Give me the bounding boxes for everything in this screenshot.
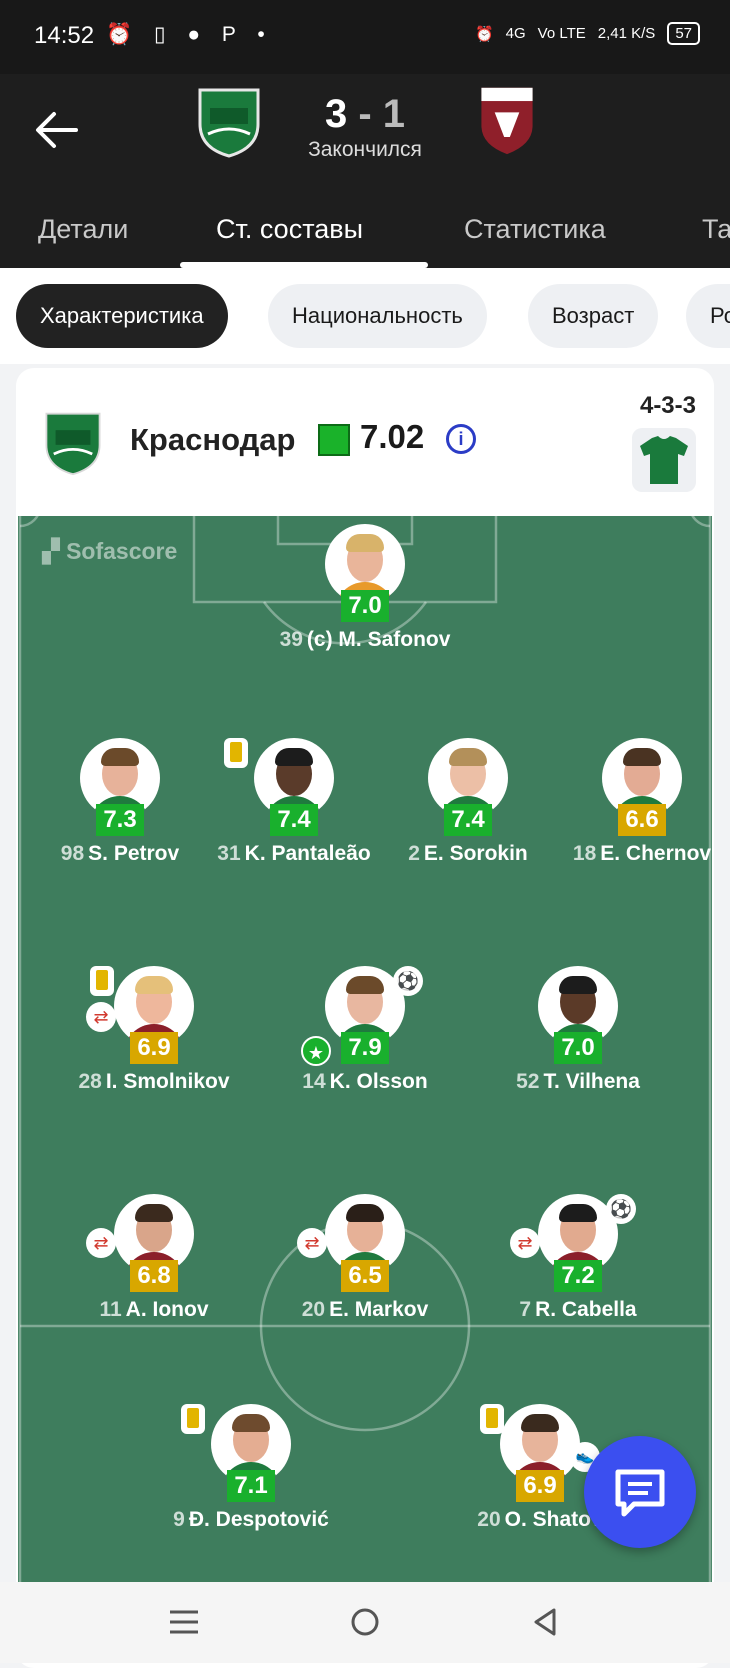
player-name: 9 Đ. Despotović xyxy=(173,1508,329,1531)
chip-age[interactable]: Возраст xyxy=(528,284,659,348)
player-rating: 7.2 xyxy=(554,1260,602,1292)
goal-icon: ⚽ xyxy=(606,1194,636,1224)
player-name: 7 R. Cabella xyxy=(519,1298,637,1321)
network-speed: 2,41 K/S xyxy=(597,25,656,42)
notification-icons: ⏰ ▯ ● P • xyxy=(106,23,273,46)
player-name: 28 I. Smolnikov xyxy=(78,1070,230,1093)
player-name: 52 T. Vilhena xyxy=(516,1070,640,1093)
player-rating: 7.0 xyxy=(554,1032,602,1064)
filter-chips: Характеристика Национальность Возраст Ро xyxy=(0,268,730,364)
player-rating: 7.4 xyxy=(270,804,318,836)
yellow-card-icon xyxy=(90,966,114,996)
formation: 4-3-3 xyxy=(639,392,696,419)
sofascore-logo-icon: ▞ xyxy=(42,538,67,564)
system-icons: ⏰ 4G Vo LTE 2,41 K/S 57 xyxy=(475,22,700,45)
player-card[interactable]: 6.9 28 I. Smolnikov ⇄ xyxy=(54,966,254,1096)
back-icon[interactable] xyxy=(526,1602,566,1642)
player-name: 20 E. Markov xyxy=(301,1298,429,1321)
player-card[interactable]: 7.1 9 Đ. Despotović xyxy=(151,1404,351,1534)
team-header: Краснодар 7.02 i 4-3-3 xyxy=(16,368,714,516)
yellow-card-icon xyxy=(224,738,248,768)
player-card[interactable]: 6.5 20 E. Markov ⇄ xyxy=(265,1194,465,1324)
player-rating: 6.8 xyxy=(130,1260,178,1292)
player-name: 18 E. Chernov xyxy=(572,842,712,865)
tab-more[interactable]: Та xyxy=(702,214,730,245)
player-card[interactable]: 7.9 14 K. Olsson ⚽ ★ xyxy=(265,966,465,1096)
chip-position[interactable]: Ро xyxy=(686,284,730,348)
back-arrow-icon[interactable] xyxy=(30,100,90,160)
sofascore-watermark: ▞ Sofascore xyxy=(42,538,178,564)
player-card[interactable]: 6.6 18 E. Chernov xyxy=(542,738,714,868)
rating-indicator xyxy=(318,424,350,456)
player-card[interactable]: 7.0 52 T. Vilhena xyxy=(478,966,678,1096)
team-name: Краснодар xyxy=(130,422,296,457)
player-rating: 7.1 xyxy=(227,1470,275,1502)
player-rating: 6.9 xyxy=(130,1032,178,1064)
match-header: 3 - 1 Закончился Детали Ст. составы Стат… xyxy=(0,74,730,268)
tab-details[interactable]: Детали xyxy=(38,214,128,245)
home-team-logo[interactable] xyxy=(196,86,262,158)
match-score: 3 - 1 xyxy=(300,92,430,137)
status-bar: 14:52 ⏰ ▯ ● P • ⏰ 4G Vo LTE 2,41 K/S 57 xyxy=(0,0,730,74)
battery-icon: 57 xyxy=(667,22,700,45)
player-name: 14 K. Olsson xyxy=(302,1070,428,1093)
score-separator: - xyxy=(358,92,372,136)
substitution-icon: ⇄ xyxy=(86,1002,116,1032)
star-player-icon: ★ xyxy=(301,1036,331,1066)
substitution-icon: ⇄ xyxy=(297,1228,327,1258)
status-time: 14:52 xyxy=(34,22,95,49)
signal-icon: 4G xyxy=(505,25,526,42)
chip-characteristics[interactable]: Характеристика xyxy=(16,284,228,348)
home-icon[interactable] xyxy=(345,1602,385,1642)
player-name: 11 A. Ionov xyxy=(99,1298,209,1321)
system-nav-bar xyxy=(0,1582,730,1663)
info-icon[interactable]: i xyxy=(446,424,476,454)
alarm-icon: ⏰ xyxy=(474,25,494,43)
substitution-icon: ⇄ xyxy=(510,1228,540,1258)
player-rating: 7.3 xyxy=(96,804,144,836)
player-rating: 6.6 xyxy=(618,804,666,836)
chip-nationality[interactable]: Национальность xyxy=(268,284,487,348)
away-team-logo[interactable] xyxy=(474,84,540,156)
away-score: 1 xyxy=(382,92,406,136)
player-rating: 7.0 xyxy=(341,590,389,622)
tab-statistics[interactable]: Статистика xyxy=(464,214,606,245)
tab-lineups[interactable]: Ст. составы xyxy=(216,214,363,245)
player-rating: 7.4 xyxy=(444,804,492,836)
team-logo xyxy=(45,412,101,476)
volte-icon: Vo LTE xyxy=(537,25,586,42)
team-rating: 7.02 xyxy=(360,418,425,455)
match-tabs: Детали Ст. составы Статистика Та xyxy=(0,194,730,268)
player-card[interactable]: 6.8 11 A. Ionov ⇄ xyxy=(54,1194,254,1324)
substitution-icon: ⇄ xyxy=(86,1228,116,1258)
player-rating: 6.9 xyxy=(516,1470,564,1502)
player-rating: 6.5 xyxy=(341,1260,389,1292)
player-rating: 7.9 xyxy=(341,1032,389,1064)
match-status: Закончился xyxy=(308,138,422,161)
team-shirt-icon xyxy=(632,428,696,492)
chat-button[interactable] xyxy=(584,1436,696,1548)
menu-icon[interactable] xyxy=(164,1602,204,1642)
player-card[interactable]: 7.2 7 R. Cabella ⇄ ⚽ xyxy=(478,1194,678,1324)
chat-icon xyxy=(615,1469,665,1517)
home-score: 3 xyxy=(324,92,348,136)
player-card[interactable]: 7.0 39 (c) M. Safonov xyxy=(265,524,465,654)
yellow-card-icon xyxy=(181,1404,205,1434)
player-name: 39 (c) M. Safonov xyxy=(279,628,451,651)
yellow-card-icon xyxy=(480,1404,504,1434)
goal-icon: ⚽ xyxy=(393,966,423,996)
